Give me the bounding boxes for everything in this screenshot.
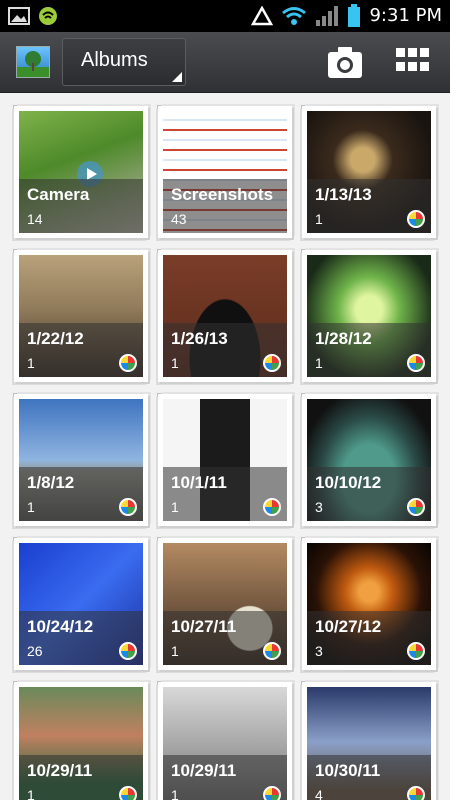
- album-count: 3: [315, 643, 323, 659]
- photo-service-badge-icon: [407, 786, 425, 800]
- album-tile-10-10-12[interactable]: 10/10/12 3: [302, 394, 436, 526]
- album-view-dropdown[interactable]: Albums: [62, 38, 186, 86]
- album-count: 1: [27, 499, 35, 515]
- album-tile-10-27-12[interactable]: 10/27/12 3: [302, 538, 436, 670]
- album-count: 1: [171, 499, 179, 515]
- album-thumbnail: 10/10/12 3: [307, 399, 431, 521]
- album-count: 3: [315, 499, 323, 515]
- album-tile-1-26-13[interactable]: 1/26/13 1: [158, 250, 292, 382]
- album-thumbnail: 10/27/12 3: [307, 543, 431, 665]
- album-title: 10/1/11: [171, 473, 227, 492]
- album-count: 43: [171, 211, 187, 227]
- album-tile-1-13-13[interactable]: 1/13/13 1: [302, 106, 436, 238]
- album-thumbnail: 10/30/11 4: [307, 687, 431, 800]
- wifi-icon: [282, 7, 307, 25]
- album-count: 1: [27, 787, 35, 800]
- album-tile-10-29-11-b[interactable]: 10/29/11 1: [158, 682, 292, 800]
- album-tile-1-28-12[interactable]: 1/28/12 1: [302, 250, 436, 382]
- photo-service-badge-icon: [407, 498, 425, 516]
- image-notification-icon: [8, 7, 30, 25]
- photo-service-badge-icon: [407, 210, 425, 228]
- album-count: 1: [171, 355, 179, 371]
- album-title: 1/26/13: [171, 329, 228, 348]
- photo-service-badge-icon: [119, 498, 137, 516]
- photo-service-badge-icon: [263, 498, 281, 516]
- photo-service-badge-icon: [263, 642, 281, 660]
- photo-service-badge-icon: [407, 642, 425, 660]
- album-thumbnail: 1/8/12 1: [19, 399, 143, 521]
- album-grid: Camera 14 Screenshots 43 1/13/13 1 1/22/…: [0, 92, 450, 800]
- triangle-warning-icon: [251, 6, 274, 26]
- album-tile-10-24-12[interactable]: 10/24/12 26: [14, 538, 148, 670]
- album-tile-1-22-12[interactable]: 1/22/12 1: [14, 250, 148, 382]
- album-count: 1: [27, 355, 35, 371]
- battery-icon: [348, 4, 361, 27]
- album-thumbnail: 10/27/11 1: [163, 543, 287, 665]
- dropdown-label: Albums: [81, 49, 148, 71]
- album-tile-camera[interactable]: Camera 14: [14, 106, 148, 238]
- album-tile-10-29-11[interactable]: 10/29/11 1: [14, 682, 148, 800]
- album-tile-10-1-11[interactable]: 10/1/11 1: [158, 394, 292, 526]
- photo-service-badge-icon: [119, 786, 137, 800]
- album-title: 1/8/12: [27, 473, 75, 492]
- album-title: Screenshots: [171, 185, 274, 204]
- camera-icon[interactable]: [326, 44, 364, 80]
- photo-service-badge-icon: [263, 786, 281, 800]
- album-title: 10/27/12: [315, 617, 382, 636]
- album-count: 14: [27, 211, 43, 227]
- album-title: Camera: [27, 185, 90, 204]
- album-tile-1-8-12[interactable]: 1/8/12 1: [14, 394, 148, 526]
- album-count: 26: [27, 643, 43, 659]
- album-thumbnail: 1/22/12 1: [19, 255, 143, 377]
- album-thumbnail: 1/28/12 1: [307, 255, 431, 377]
- album-title: 1/13/13: [315, 185, 372, 204]
- album-thumbnail: 10/24/12 26: [19, 543, 143, 665]
- gallery-app-icon[interactable]: [16, 46, 50, 78]
- status-bar: 9:31 PM: [0, 0, 450, 32]
- album-title: 1/28/12: [315, 329, 372, 348]
- photo-service-badge-icon: [119, 642, 137, 660]
- album-title: 10/29/11: [171, 761, 237, 780]
- album-count: 1: [171, 643, 179, 659]
- album-count: 1: [171, 787, 179, 800]
- album-tile-screenshots[interactable]: Screenshots 43: [158, 106, 292, 238]
- album-title: 10/30/11: [315, 761, 381, 780]
- dropdown-corner-icon: [172, 72, 182, 82]
- album-tile-10-30-11[interactable]: 10/30/11 4: [302, 682, 436, 800]
- album-title: 1/22/12: [27, 329, 84, 348]
- album-thumbnail: 10/1/11 1: [163, 399, 287, 521]
- album-thumbnail: 10/29/11 1: [19, 687, 143, 800]
- album-title: 10/29/11: [27, 761, 93, 780]
- photo-service-badge-icon: [119, 354, 137, 372]
- photo-service-badge-icon: [407, 354, 425, 372]
- album-title: 10/24/12: [27, 617, 94, 636]
- album-title: 10/10/12: [315, 473, 382, 492]
- album-thumbnail: 1/26/13 1: [163, 255, 287, 377]
- signal-strength-icon: [316, 6, 339, 26]
- grid-view-icon[interactable]: [396, 48, 430, 76]
- album-count: 1: [315, 211, 323, 227]
- album-title: 10/27/11: [171, 617, 237, 636]
- clock: 9:31 PM: [369, 5, 442, 26]
- album-thumbnail: 1/13/13 1: [307, 111, 431, 233]
- album-thumbnail: Screenshots 43: [163, 111, 287, 233]
- sync-status-icon: [39, 7, 57, 25]
- action-bar: Albums: [0, 32, 450, 93]
- photo-service-badge-icon: [263, 354, 281, 372]
- album-tile-10-27-11[interactable]: 10/27/11 1: [158, 538, 292, 670]
- album-thumbnail: 10/29/11 1: [163, 687, 287, 800]
- album-count: 1: [315, 355, 323, 371]
- album-thumbnail: Camera 14: [19, 111, 143, 233]
- album-count: 4: [315, 787, 323, 800]
